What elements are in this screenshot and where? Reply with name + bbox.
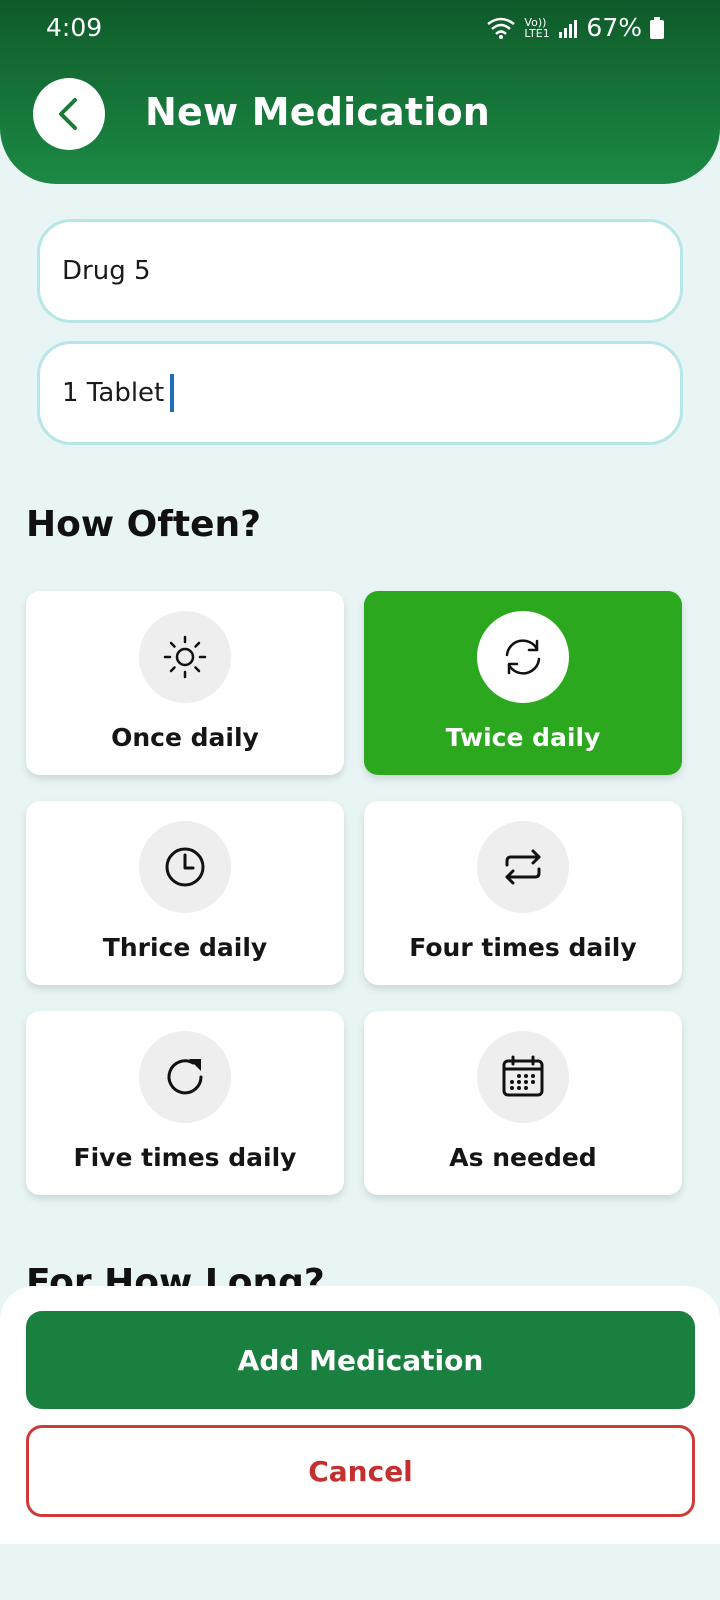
wifi-icon [487, 17, 516, 39]
option-label: Twice daily [445, 723, 601, 752]
status-time: 4:09 [46, 13, 103, 42]
add-medication-button[interactable]: Add Medication [26, 1311, 695, 1409]
rotate-right-icon [167, 1059, 203, 1095]
network-label: Vo)) LTE1 [524, 15, 550, 40]
sun-icon [163, 635, 207, 679]
option-label: Four times daily [409, 933, 637, 962]
clock-icon [165, 847, 205, 887]
icon-badge [477, 821, 569, 913]
option-four-times-daily[interactable]: Four times daily [364, 801, 682, 985]
signal-icon [559, 19, 578, 38]
dosage-value: 1 Tablet [62, 378, 165, 408]
option-five-times-daily[interactable]: Five times daily [26, 1011, 344, 1195]
icon-badge [139, 611, 231, 703]
option-once-daily[interactable]: Once daily [26, 591, 344, 775]
page-title: New Medication [145, 90, 491, 134]
icon-badge [477, 1031, 569, 1123]
dosage-input[interactable]: 1 Tablet [37, 341, 683, 445]
option-as-needed[interactable]: As needed [364, 1011, 682, 1195]
battery-percent: 67% [586, 13, 642, 42]
status-icons: Vo)) LTE1 67% [486, 13, 664, 42]
calendar-icon [502, 1055, 544, 1097]
drug-name-input[interactable]: Drug 5 [37, 219, 683, 323]
how-often-heading: How Often? [26, 504, 262, 545]
option-twice-daily[interactable]: Twice daily [364, 591, 682, 775]
back-button[interactable] [33, 78, 105, 150]
icon-badge [139, 1031, 231, 1123]
refresh-icon [505, 639, 541, 675]
icon-badge [139, 821, 231, 913]
cancel-button[interactable]: Cancel [26, 1425, 695, 1517]
option-thrice-daily[interactable]: Thrice daily [26, 801, 344, 985]
battery-icon [650, 16, 664, 39]
option-label: As needed [449, 1143, 597, 1172]
option-label: Thrice daily [102, 933, 268, 962]
text-cursor [170, 374, 175, 412]
chevron-left-icon [59, 98, 77, 130]
option-label: Once daily [111, 723, 259, 752]
drug-name-value: Drug 5 [62, 256, 151, 286]
option-label: Five times daily [73, 1143, 297, 1172]
repeat-icon [505, 849, 541, 885]
status-bar: 4:09 Vo)) LTE1 67% [0, 0, 720, 58]
icon-badge [477, 611, 569, 703]
